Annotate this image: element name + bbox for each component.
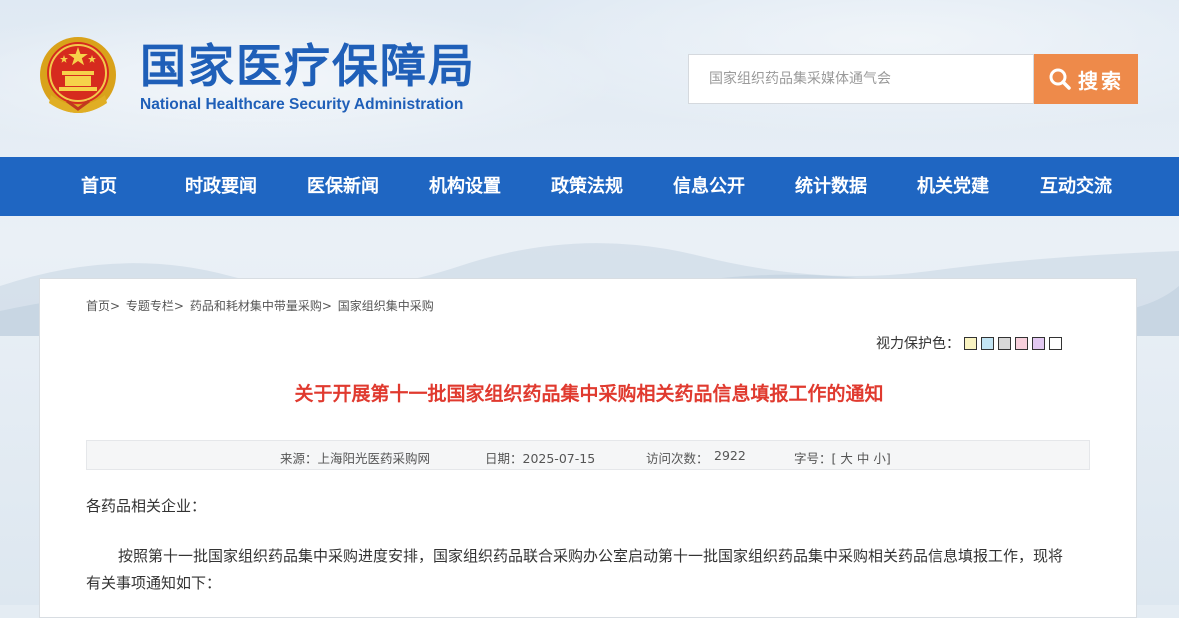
nav-item-interaction[interactable]: 互动交流 — [1014, 157, 1138, 216]
article-meta-bar: 来源：上海阳光医药采购网 日期：2025-07-15 访问次数： 2922 字号… — [86, 440, 1090, 470]
eye-care-swatch-purple[interactable] — [1032, 336, 1045, 350]
article-source: 来源：上海阳光医药采购网 — [280, 451, 431, 466]
eye-care-swatch-yellow[interactable] — [964, 336, 977, 350]
site-logo-title[interactable]: 国家医疗保障局 — [140, 36, 476, 96]
main-nav: 首页 时政要闻 医保新闻 机构设置 政策法规 信息公开 统计数据 机关党建 互动… — [0, 157, 1179, 216]
breadcrumb-separator: > — [110, 299, 121, 313]
search-button[interactable]: 搜索 — [1034, 54, 1138, 104]
breadcrumb-national-procurement[interactable]: 国家组织集中采购 — [338, 299, 434, 313]
eye-care-swatch-gray[interactable] — [998, 336, 1011, 350]
nav-item-organization[interactable]: 机构设置 — [404, 157, 526, 216]
nav-item-policies[interactable]: 政策法规 — [526, 157, 648, 216]
search-box — [688, 54, 1034, 104]
article-visits-count: 2922 — [714, 448, 746, 463]
breadcrumb-separator: > — [173, 299, 184, 313]
article-date: 日期：2025-07-15 — [485, 451, 596, 466]
eye-care-swatch-pink[interactable] — [1015, 336, 1028, 350]
search-input[interactable] — [689, 55, 1033, 103]
article-title: 关于开展第十一批国家组织药品集中采购相关药品信息填报工作的通知 — [294, 383, 884, 405]
search-icon — [1049, 68, 1071, 90]
article-card: 首页> 专题专栏> 药品和耗材集中带量采购> 国家组织集中采购 视力保护色： 关… — [39, 278, 1137, 618]
national-emblem-icon — [40, 37, 116, 113]
font-size-bracket-close: ] — [885, 451, 891, 466]
font-size-small-button[interactable]: 小 — [873, 451, 886, 466]
font-size-label: 字号：[ — [794, 451, 837, 466]
nav-item-politics-news[interactable]: 时政要闻 — [160, 157, 282, 216]
breadcrumb: 首页> 专题专栏> 药品和耗材集中带量采购> 国家组织集中采购 — [86, 297, 434, 314]
breadcrumb-special-topics[interactable]: 专题专栏 — [126, 299, 174, 313]
eye-care-label: 视力保护色： — [876, 336, 960, 352]
eye-care-swatch-blue[interactable] — [981, 336, 994, 350]
font-size-control: 字号：[ 大 中 小] — [794, 448, 891, 467]
font-size-large-button[interactable]: 大 — [840, 451, 853, 466]
eye-care-color-selector: 视力保护色： — [876, 333, 1062, 353]
font-size-medium-button[interactable]: 中 — [857, 451, 870, 466]
nav-item-statistics[interactable]: 统计数据 — [770, 157, 892, 216]
article-paragraph: 按照第十一批国家组织药品集中采购进度安排，国家组织药品联合采购办公室启动第十一批… — [86, 547, 1064, 592]
nav-item-party-building[interactable]: 机关党建 — [892, 157, 1014, 216]
nav-item-disclosure[interactable]: 信息公开 — [648, 157, 770, 216]
breadcrumb-volume-procurement[interactable]: 药品和耗材集中带量采购 — [190, 299, 322, 313]
site-logo-subtitle: National Healthcare Security Administrat… — [140, 96, 464, 113]
search-button-label: 搜索 — [1078, 68, 1124, 93]
breadcrumb-separator: > — [321, 299, 332, 313]
article-salutation: 各药品相关企业： — [86, 497, 207, 515]
nav-item-healthcare-news[interactable]: 医保新闻 — [282, 157, 404, 216]
breadcrumb-home[interactable]: 首页 — [86, 299, 110, 313]
article-visits-label: 访问次数： — [646, 451, 709, 466]
eye-care-swatch-white[interactable] — [1049, 336, 1062, 350]
